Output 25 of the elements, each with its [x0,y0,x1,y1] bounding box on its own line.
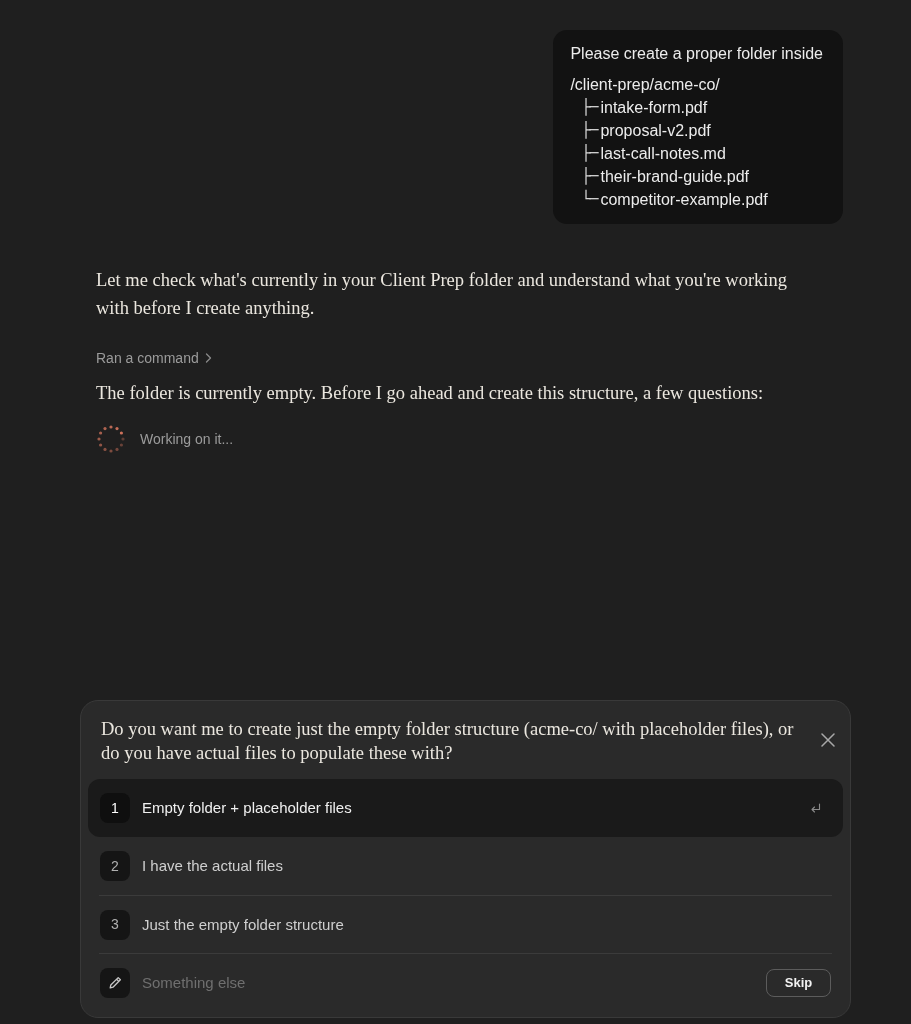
skip-button[interactable]: Skip [766,968,831,997]
option-number: 1 [100,793,130,823]
option-item[interactable]: 1 Empty folder + placeholder files [88,779,843,837]
chevron-right-icon [204,353,212,363]
close-icon[interactable] [821,733,835,747]
answer-input-field[interactable]: Something else [142,967,766,998]
tool-call-link[interactable]: Ran a command [96,348,212,368]
file-tree-item: ├─ intake-form.pdf [580,97,709,118]
file-tree-item: ├─ last-call-notes.md [580,143,727,164]
file-tree-item: ├─ their-brand-guide.pdf [580,166,750,187]
option-item[interactable]: 3 Just the empty folder structure [99,895,832,953]
option-item[interactable]: 2 I have the actual files [99,837,832,895]
status-text: Working on it... [140,430,234,449]
folder-path: /client-prep/acme-co/ [570,75,721,95]
assistant-text: Let me check what's currently in your Client Prep folder and understand what you're working with before I create anything. [96,269,788,320]
option-number: 3 [100,909,130,940]
option-number: 2 [100,851,130,881]
spinner-icon [96,424,126,454]
file-tree-item: └─ competitor-example.pdf [580,189,769,210]
file-tree-item: ├─ proposal-v2.pdf [580,120,712,141]
message-text: Please create a proper folder inside [570,44,823,64]
pencil-icon [100,967,130,998]
question-text: Do you want me to create just the empty folder structure (acme-co/ with placeholder files), or do you have actual files to populate these with? [101,718,795,765]
assistant-text: The folder is currently empty. Before I go ahead and create this structure, a few questions: [96,382,765,405]
enter-key-icon [810,802,821,814]
